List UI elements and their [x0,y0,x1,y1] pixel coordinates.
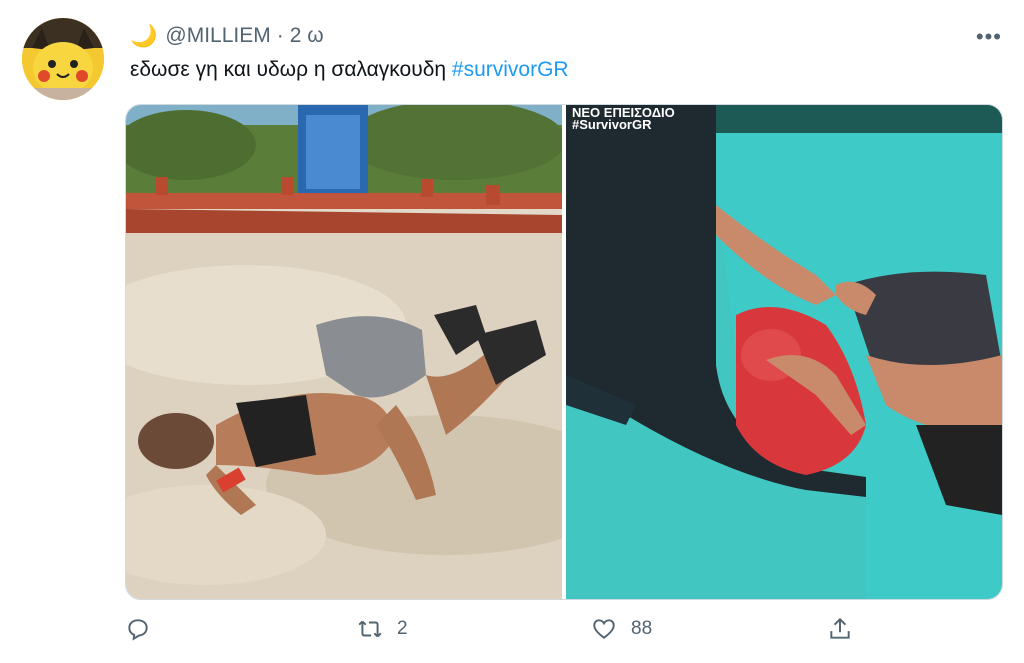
reply-button[interactable] [125,616,165,642]
heart-icon [593,619,615,639]
overlay-line2: #SurvivorGR [572,117,652,132]
more-options-icon[interactable]: ••• [976,24,1002,50]
tweet-media[interactable]: ΝΕΟ ΕΠΕΙΣΟΔΙΟ #SurvivorGR [125,104,1003,600]
share-icon [830,617,850,639]
avatar[interactable] [22,18,104,100]
media-image-sand[interactable] [126,105,562,599]
tweet-text: εδωσε γη και υδωρ η σαλαγκουδη #survivor… [130,56,569,84]
avatar-image [22,18,104,100]
tweet-header: 🌙 @MILLIEM · 2 ω [130,22,324,50]
moon-emoji: 🌙 [130,23,158,48]
like-count: 88 [631,618,653,639]
tweet-body: εδωσε γη και υδωρ η σαλαγκουδη [130,58,452,81]
media-image-water[interactable]: ΝΕΟ ΕΠΕΙΣΟΔΙΟ #SurvivorGR [566,105,1002,599]
tweet-timestamp[interactable]: 2 ω [290,24,324,48]
share-button[interactable] [827,616,853,642]
like-button[interactable]: 88 [591,616,652,642]
separator-dot: · [276,24,284,47]
retweet-icon [358,620,382,638]
tweet-actions: 2 88 [125,616,885,652]
retweet-count: 2 [397,618,408,639]
author-handle[interactable]: @MILLIEM [165,24,270,48]
retweet-button[interactable]: 2 [357,616,408,642]
hashtag-link[interactable]: #survivorGR [452,58,569,81]
reply-icon [128,619,148,641]
